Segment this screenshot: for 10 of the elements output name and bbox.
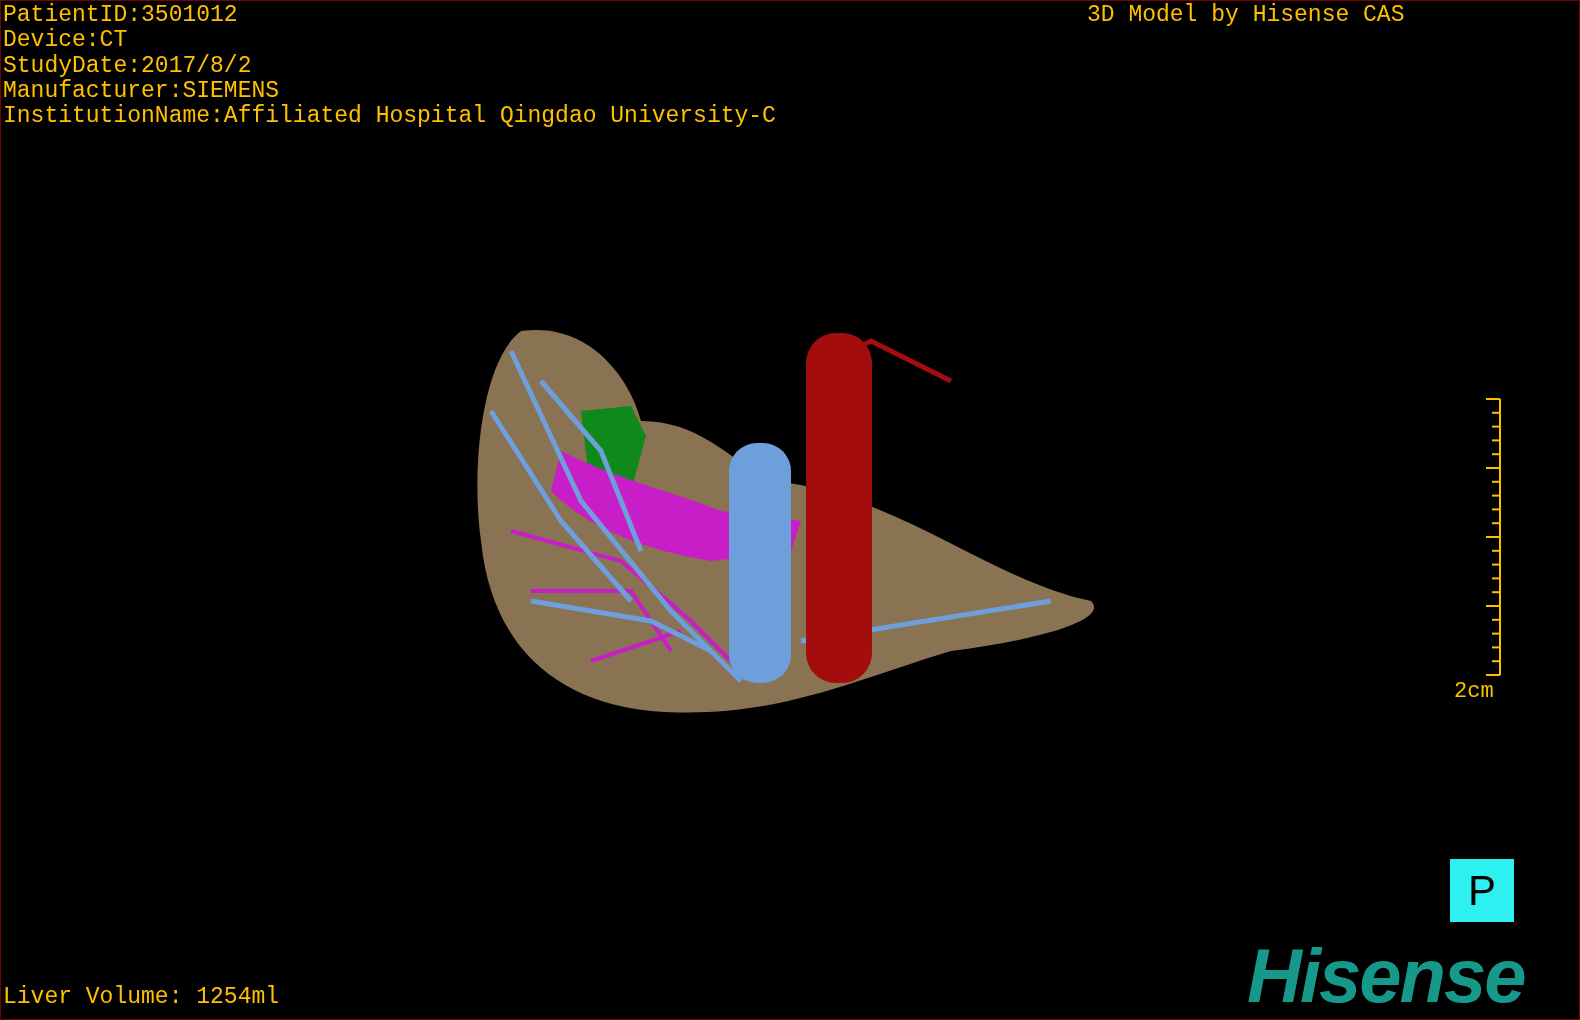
liver-volume-text: Liver Volume: 1254ml xyxy=(3,985,280,1010)
model-credit-text: 3D Model by Hisense CAS xyxy=(1087,3,1405,28)
patient-info-text: InstitutionName:Affiliated Hospital Qingdao University-C xyxy=(3,104,776,130)
patient-info-text: PatientID:3501012 xyxy=(3,3,239,28)
patient-info-text: Device:CT xyxy=(3,28,129,54)
patient-info-text: Manufacturer:SIEMENS xyxy=(3,78,281,104)
scale-bar-label: 2cm xyxy=(1454,680,1494,704)
patient-info-text: StudyDate:2017/8/2 xyxy=(3,53,253,79)
brand-logo: Hisense xyxy=(1247,936,1525,1016)
orientation-button[interactable]: P xyxy=(1450,859,1514,922)
